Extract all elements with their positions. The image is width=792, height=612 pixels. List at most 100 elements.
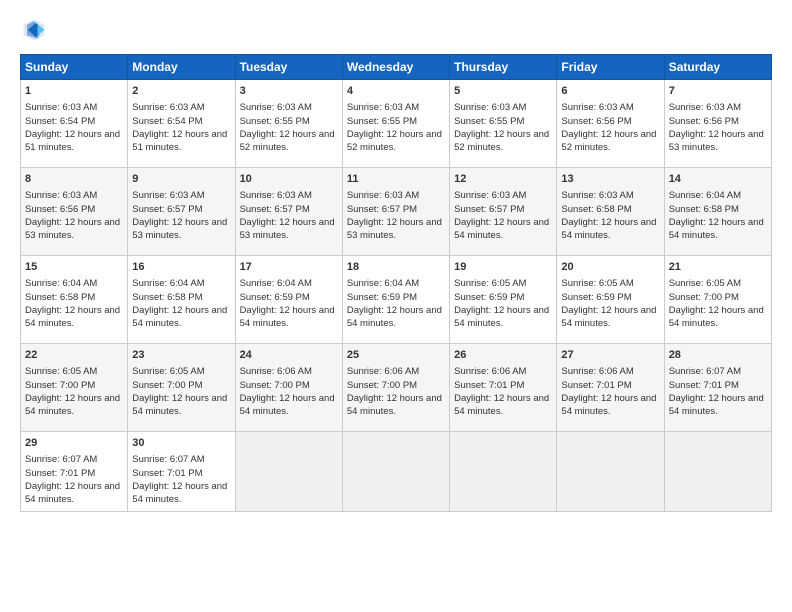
weekday-row: SundayMondayTuesdayWednesdayThursdayFrid… [21,55,772,80]
day-number: 23 [132,348,230,363]
day-info: Sunrise: 6:04 AM Sunset: 6:59 PM Dayligh… [240,278,335,329]
calendar-day-cell: 3 Sunrise: 6:03 AM Sunset: 6:55 PM Daylig… [235,80,342,168]
day-number: 24 [240,348,338,363]
calendar-day-cell: 29 Sunrise: 6:07 AM Sunset: 7:01 PM Dayli… [21,432,128,512]
calendar-day-cell: 26Sunrise: 6:06 AM Sunset: 7:01 PM Dayli… [450,344,557,432]
calendar-table: SundayMondayTuesdayWednesdayThursdayFrid… [20,54,772,512]
day-info: Sunrise: 6:07 AM Sunset: 7:01 PM Dayligh… [25,454,120,505]
day-info: Sunrise: 6:05 AM Sunset: 6:59 PM Dayligh… [454,278,549,329]
calendar-day-cell: 27 Sunrise: 6:06 AM Sunset: 7:01 PM Dayli… [557,344,664,432]
day-number: 18 [347,260,445,275]
weekday-header: Wednesday [342,55,449,80]
calendar-day-cell: 13 Sunrise: 6:03 AM Sunset: 6:58 PM Dayli… [557,168,664,256]
day-number: 1 [25,84,123,99]
calendar-day-cell: 19 Sunrise: 6:05 AM Sunset: 6:59 PM Dayli… [450,256,557,344]
day-number: 15 [25,260,123,275]
calendar-day-cell: 28Sunrise: 6:07 AM Sunset: 7:01 PM Dayli… [664,344,771,432]
calendar-day-cell: 14 Sunrise: 6:04 AM Sunset: 6:58 PM Dayli… [664,168,771,256]
day-number: 3 [240,84,338,99]
weekday-header: Tuesday [235,55,342,80]
day-number: 5 [454,84,552,99]
calendar-day-cell: 7Sunrise: 6:03 AM Sunset: 6:56 PM Daylig… [664,80,771,168]
calendar-day-cell: 5 Sunrise: 6:03 AM Sunset: 6:55 PM Daylig… [450,80,557,168]
day-number: 14 [669,172,767,187]
calendar-day-cell: 10 Sunrise: 6:03 AM Sunset: 6:57 PM Dayli… [235,168,342,256]
calendar-day-cell [450,432,557,512]
day-number: 29 [25,436,123,451]
day-number: 22 [25,348,123,363]
day-info: Sunrise: 6:04 AM Sunset: 6:59 PM Dayligh… [347,278,442,329]
day-info: Sunrise: 6:03 AM Sunset: 6:55 PM Dayligh… [347,102,442,153]
day-info: Sunrise: 6:03 AM Sunset: 6:56 PM Dayligh… [669,102,764,153]
day-number: 16 [132,260,230,275]
day-info: Sunrise: 6:07 AM Sunset: 7:01 PM Dayligh… [669,366,764,417]
day-number: 10 [240,172,338,187]
calendar-day-cell: 15 Sunrise: 6:04 AM Sunset: 6:58 PM Dayli… [21,256,128,344]
calendar-header: SundayMondayTuesdayWednesdayThursdayFrid… [21,55,772,80]
day-info: Sunrise: 6:06 AM Sunset: 7:00 PM Dayligh… [347,366,442,417]
day-info: Sunrise: 6:05 AM Sunset: 7:00 PM Dayligh… [25,366,120,417]
calendar-day-cell: 17 Sunrise: 6:04 AM Sunset: 6:59 PM Dayli… [235,256,342,344]
calendar-day-cell: 4 Sunrise: 6:03 AM Sunset: 6:55 PM Daylig… [342,80,449,168]
calendar-day-cell [664,432,771,512]
weekday-header: Sunday [21,55,128,80]
day-info: Sunrise: 6:03 AM Sunset: 6:58 PM Dayligh… [561,190,656,241]
day-number: 4 [347,84,445,99]
day-info: Sunrise: 6:06 AM Sunset: 7:00 PM Dayligh… [240,366,335,417]
calendar-day-cell: 24 Sunrise: 6:06 AM Sunset: 7:00 PM Dayli… [235,344,342,432]
calendar-week-row: 22 Sunrise: 6:05 AM Sunset: 7:00 PM Dayli… [21,344,772,432]
calendar-day-cell: 25 Sunrise: 6:06 AM Sunset: 7:00 PM Dayli… [342,344,449,432]
day-number: 27 [561,348,659,363]
calendar-day-cell: 18 Sunrise: 6:04 AM Sunset: 6:59 PM Dayli… [342,256,449,344]
day-info: Sunrise: 6:05 AM Sunset: 6:59 PM Dayligh… [561,278,656,329]
calendar-day-cell: 8Sunrise: 6:03 AM Sunset: 6:56 PM Daylig… [21,168,128,256]
weekday-header: Saturday [664,55,771,80]
calendar-day-cell: 6 Sunrise: 6:03 AM Sunset: 6:56 PM Daylig… [557,80,664,168]
weekday-header: Friday [557,55,664,80]
day-number: 20 [561,260,659,275]
page: SundayMondayTuesdayWednesdayThursdayFrid… [0,0,792,612]
day-info: Sunrise: 6:03 AM Sunset: 6:56 PM Dayligh… [561,102,656,153]
day-info: Sunrise: 6:03 AM Sunset: 6:55 PM Dayligh… [240,102,335,153]
day-info: Sunrise: 6:03 AM Sunset: 6:56 PM Dayligh… [25,190,120,241]
header [20,16,772,44]
day-number: 11 [347,172,445,187]
calendar-day-cell: 9Sunrise: 6:03 AM Sunset: 6:57 PM Daylig… [128,168,235,256]
day-number: 12 [454,172,552,187]
day-info: Sunrise: 6:03 AM Sunset: 6:57 PM Dayligh… [240,190,335,241]
calendar-day-cell [235,432,342,512]
day-info: Sunrise: 6:05 AM Sunset: 7:00 PM Dayligh… [669,278,764,329]
day-number: 30 [132,436,230,451]
calendar-day-cell: 21Sunrise: 6:05 AM Sunset: 7:00 PM Dayli… [664,256,771,344]
logo-icon [20,16,48,44]
day-number: 6 [561,84,659,99]
calendar-body: 1Sunrise: 6:03 AM Sunset: 6:54 PM Daylig… [21,80,772,512]
calendar-day-cell: 20 Sunrise: 6:05 AM Sunset: 6:59 PM Dayli… [557,256,664,344]
day-info: Sunrise: 6:03 AM Sunset: 6:55 PM Dayligh… [454,102,549,153]
calendar-day-cell: 23Sunrise: 6:05 AM Sunset: 7:00 PM Dayli… [128,344,235,432]
day-info: Sunrise: 6:03 AM Sunset: 6:57 PM Dayligh… [347,190,442,241]
day-info: Sunrise: 6:06 AM Sunset: 7:01 PM Dayligh… [454,366,549,417]
calendar-day-cell: 16 Sunrise: 6:04 AM Sunset: 6:58 PM Dayli… [128,256,235,344]
day-number: 25 [347,348,445,363]
calendar-day-cell: 2Sunrise: 6:03 AM Sunset: 6:54 PM Daylig… [128,80,235,168]
day-info: Sunrise: 6:04 AM Sunset: 6:58 PM Dayligh… [669,190,764,241]
day-info: Sunrise: 6:06 AM Sunset: 7:01 PM Dayligh… [561,366,656,417]
calendar-day-cell [342,432,449,512]
day-number: 17 [240,260,338,275]
calendar-week-row: 8Sunrise: 6:03 AM Sunset: 6:56 PM Daylig… [21,168,772,256]
calendar-week-row: 29 Sunrise: 6:07 AM Sunset: 7:01 PM Dayli… [21,432,772,512]
calendar-week-row: 1Sunrise: 6:03 AM Sunset: 6:54 PM Daylig… [21,80,772,168]
day-number: 9 [132,172,230,187]
day-info: Sunrise: 6:04 AM Sunset: 6:58 PM Dayligh… [132,278,227,329]
calendar-day-cell: 11 Sunrise: 6:03 AM Sunset: 6:57 PM Dayli… [342,168,449,256]
day-info: Sunrise: 6:03 AM Sunset: 6:57 PM Dayligh… [454,190,549,241]
day-number: 13 [561,172,659,187]
day-info: Sunrise: 6:04 AM Sunset: 6:58 PM Dayligh… [25,278,120,329]
day-number: 19 [454,260,552,275]
calendar-week-row: 15 Sunrise: 6:04 AM Sunset: 6:58 PM Dayli… [21,256,772,344]
logo [20,16,52,44]
day-info: Sunrise: 6:07 AM Sunset: 7:01 PM Dayligh… [132,454,227,505]
calendar-day-cell [557,432,664,512]
calendar-day-cell: 30 Sunrise: 6:07 AM Sunset: 7:01 PM Dayli… [128,432,235,512]
